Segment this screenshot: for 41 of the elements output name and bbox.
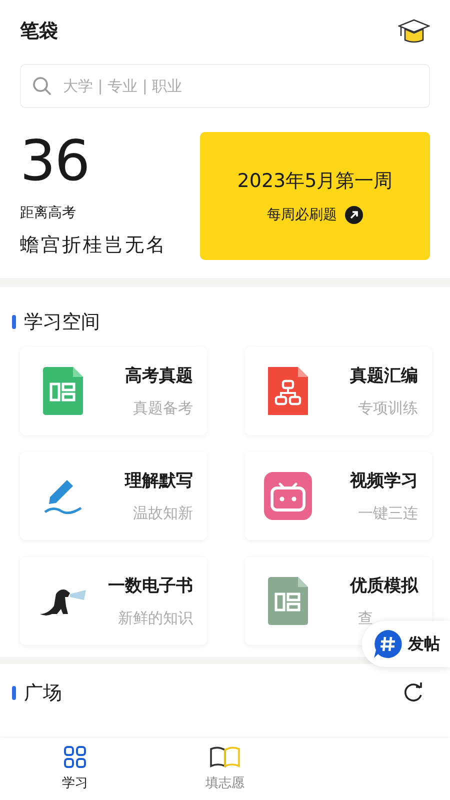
card-title: 优质模拟 <box>350 575 418 597</box>
card-title: 一数电子书 <box>108 575 193 597</box>
app-title: 笔袋 <box>20 19 58 44</box>
card-subtitle: 新鲜的知识 <box>118 609 193 628</box>
card-subtitle: 真题备考 <box>133 399 193 418</box>
feature-card[interactable]: 高考真题 真题备考 <box>20 347 207 435</box>
grid-icon <box>64 746 86 768</box>
nav-tab[interactable]: 学习 <box>0 738 150 800</box>
feature-card[interactable]: 理解默写 温故知新 <box>20 452 207 540</box>
section-title: 学习空间 <box>24 310 100 335</box>
feature-card[interactable]: 视频学习 一键三连 <box>245 452 432 540</box>
section-marker <box>12 315 16 329</box>
document-icon <box>268 367 308 415</box>
document-icon <box>43 367 83 415</box>
card-subtitle: 专项训练 <box>358 399 418 418</box>
countdown-number: 36 <box>20 132 90 192</box>
feature-card[interactable]: 一数电子书 新鲜的知识 <box>20 557 207 645</box>
refresh-icon[interactable] <box>402 682 424 704</box>
nav-tab[interactable]: 填志愿 <box>150 738 300 800</box>
section-title: 广场 <box>24 681 62 706</box>
search-field[interactable]: 大学 | 专业 | 职业 <box>20 64 430 108</box>
card-title: 高考真题 <box>125 365 193 387</box>
countdown-label: 距离高考 <box>20 204 77 222</box>
weekly-link[interactable]: 每周必刷题 <box>267 206 337 224</box>
weekly-card[interactable]: 2023年5月第一周 每周必刷题 <box>200 132 430 260</box>
graduation-cap-icon[interactable] <box>398 18 430 44</box>
document-icon <box>268 577 308 625</box>
section-marker <box>12 686 16 700</box>
card-title: 理解默写 <box>125 470 193 492</box>
tv-icon <box>264 472 312 520</box>
arrow-circle-icon <box>345 206 363 224</box>
card-title: 视频学习 <box>350 470 418 492</box>
card-subtitle: 一键三连 <box>358 504 418 523</box>
motto-text: 蟾宫折桂岂无名 <box>20 233 167 258</box>
feature-card[interactable]: 真题汇编 专项训练 <box>245 347 432 435</box>
hashtag-icon <box>374 630 402 658</box>
card-subtitle: 温故知新 <box>133 504 193 523</box>
book-icon <box>210 746 240 768</box>
card-title: 真题汇编 <box>350 365 418 387</box>
weekly-title: 2023年5月第一周 <box>237 169 393 194</box>
search-icon <box>32 76 52 96</box>
